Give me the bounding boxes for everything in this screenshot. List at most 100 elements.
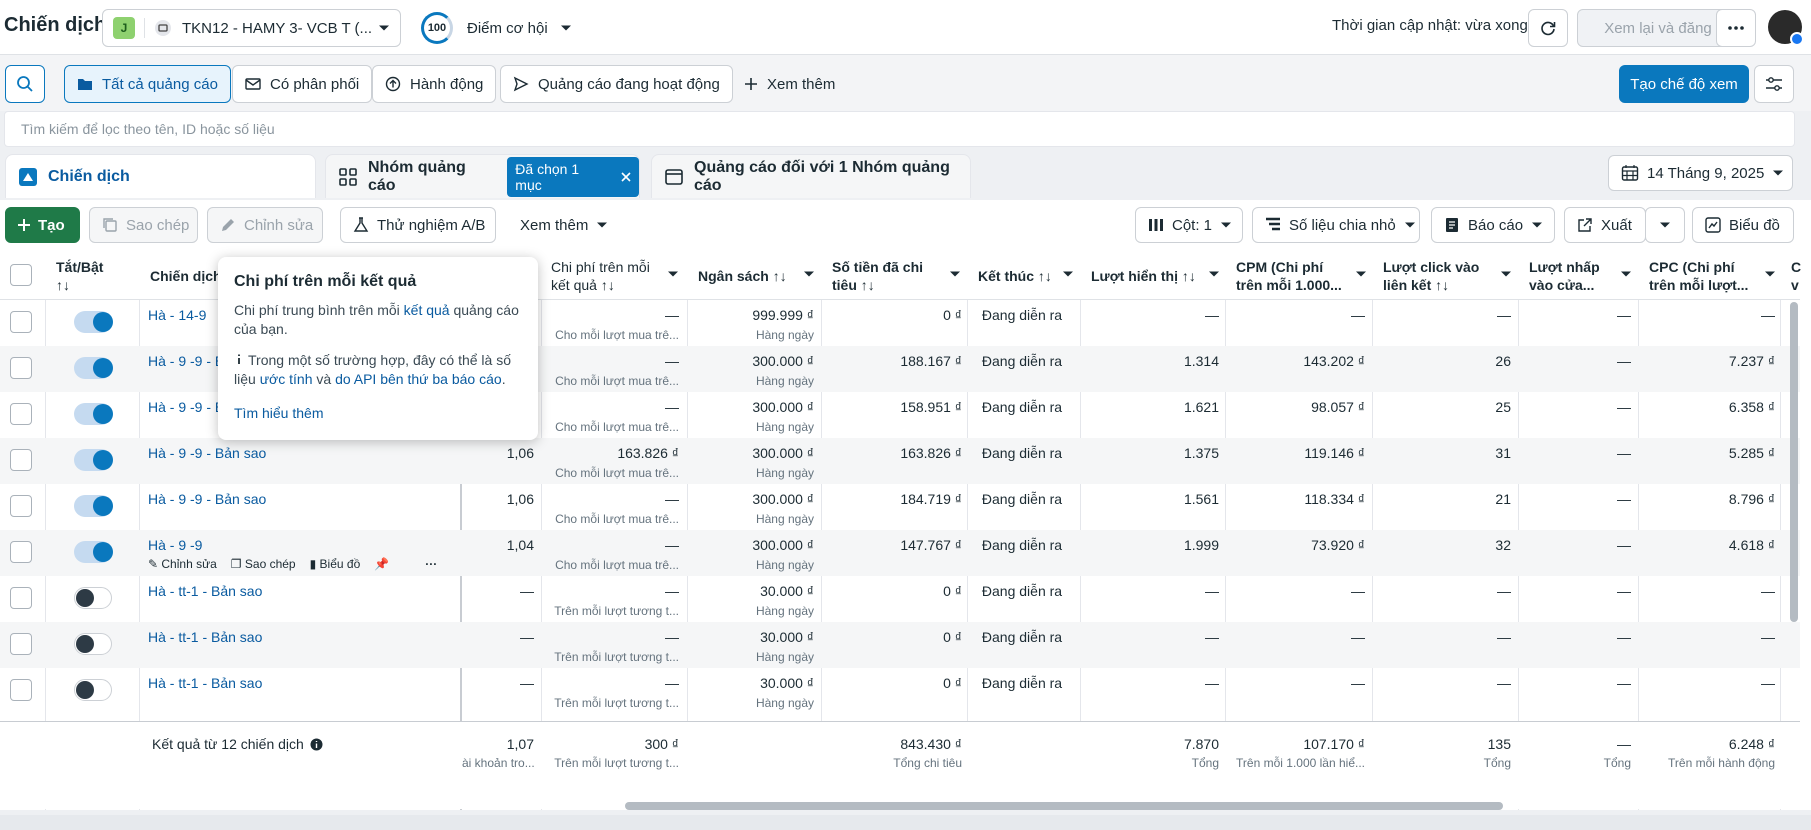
header-cpm[interactable]: CPM (Chi phí trên mỗi 1.000... (1228, 258, 1342, 294)
search-input[interactable]: Tìm kiếm để lọc theo tên, ID hoặc số liệ… (4, 111, 1795, 147)
column-menu-icon[interactable] (1355, 268, 1367, 280)
selected-chip[interactable]: Đã chọn 1 mục (507, 156, 639, 197)
row-toggle[interactable] (74, 403, 113, 425)
export-dropdown[interactable] (1645, 207, 1685, 243)
row-toggle[interactable] (74, 357, 113, 379)
row-duplicate-action[interactable]: ❐ Sao chép (231, 557, 296, 571)
pin-icon[interactable]: 📌 (374, 557, 389, 571)
header-cost-per-result[interactable]: Chi phí trên mỗi kết quả ↑↓ (543, 258, 650, 294)
header-truncated[interactable]: Cv (1783, 258, 1801, 294)
row-toggle[interactable] (74, 311, 113, 333)
header-name[interactable]: Chiến dịch (142, 267, 222, 285)
export-button[interactable]: Xuất (1564, 207, 1646, 243)
row-checkbox[interactable] (10, 403, 32, 425)
charts-button-label: Biểu đồ (1729, 216, 1780, 234)
column-menu-icon[interactable] (949, 268, 961, 280)
horizontal-scrollbar[interactable] (625, 802, 1503, 810)
campaign-name-link[interactable]: Hà - tt-1 - Bản sao (148, 675, 262, 691)
row-toggle[interactable] (74, 541, 113, 563)
search-button[interactable] (5, 65, 45, 103)
row-toggle[interactable] (74, 587, 112, 609)
row-toggle[interactable] (74, 449, 113, 471)
filter-active-ads[interactable]: Quảng cáo đang hoạt động (500, 65, 733, 103)
row-toggle[interactable] (74, 679, 112, 701)
tab-adsets[interactable]: Nhóm quảng cáo Đã chọn 1 mục (325, 154, 640, 198)
column-menu-icon[interactable] (1620, 268, 1632, 280)
column-menu-icon[interactable] (1062, 268, 1074, 280)
info-icon[interactable] (310, 738, 323, 751)
campaign-name-link[interactable]: Hà - 9 -9 (148, 537, 202, 553)
more-icon[interactable]: ··· (425, 557, 437, 571)
reports-button[interactable]: Báo cáo (1431, 207, 1555, 243)
tab-campaigns[interactable]: Chiến dịch (5, 154, 316, 198)
header-budget[interactable]: Ngân sách ↑↓ (690, 267, 787, 285)
account-selector[interactable]: J TKN12 - HAMY 3- VCB T (... (102, 9, 401, 47)
row-checkbox[interactable] (10, 357, 32, 379)
header-store-visits[interactable]: Lượt nhấp vào cửa... (1521, 258, 1600, 294)
tooltip-api-link[interactable]: do API bên thứ ba báo cáo (335, 371, 502, 387)
campaign-name-link[interactable]: Hà - 9 -9 - Bản sao (148, 491, 266, 507)
column-menu-icon[interactable] (803, 268, 815, 280)
row-chart-action[interactable]: ▮ Biểu đồ (310, 557, 361, 571)
table-row[interactable]: Hà - tt-1 - Bản sao — — 30.000 ₫ 0 ₫ — — — — — Trê… (0, 622, 1800, 668)
row-checkbox[interactable] (10, 633, 32, 655)
row-checkbox[interactable] (10, 495, 32, 517)
campaign-name-link[interactable]: Hà - 9 -9 - Bản sao (148, 445, 266, 461)
table-row[interactable]: Hà - 9 -9 - Bản sao 1,06 163.826 ₫ 300.000 … (0, 438, 1800, 484)
column-menu-icon[interactable] (1208, 268, 1220, 280)
refresh-button[interactable] (1528, 9, 1568, 47)
duplicate-button[interactable]: Sao chép (89, 207, 198, 243)
avatar[interactable] (1768, 10, 1804, 46)
table-row[interactable]: Hà - 9 -9 - Bản sao 1,06 — 300.000 ₫ 184.719… (0, 484, 1800, 530)
opportunity-score[interactable]: 100 Điểm cơ hội (421, 9, 572, 47)
tooltip-result-link[interactable]: kết quả (404, 302, 450, 318)
row-checkbox[interactable] (10, 679, 32, 701)
view-settings-button[interactable] (1754, 65, 1794, 103)
tooltip-estimate-link[interactable]: ước tính (260, 371, 313, 387)
charts-button[interactable]: Biểu đồ (1692, 207, 1794, 243)
create-button[interactable]: Tạo (5, 207, 80, 243)
more-options-button[interactable] (1716, 9, 1756, 47)
header-link-clicks[interactable]: Lượt click vào liên kết ↑↓ (1375, 258, 1479, 294)
column-menu-icon[interactable] (1500, 268, 1512, 280)
filter-see-more[interactable]: Xem thêm (732, 65, 847, 103)
row-checkbox[interactable] (10, 587, 32, 609)
row-checkbox[interactable] (10, 311, 32, 333)
header-end[interactable]: Kết thúc ↑↓ (970, 267, 1052, 285)
header-cpc[interactable]: CPC (Chi phí trên mỗi lượt... (1641, 258, 1748, 294)
filter-actions[interactable]: Hành động (372, 65, 497, 103)
columns-button[interactable]: Cột: 1 (1135, 207, 1243, 243)
table-row[interactable]: Hà - 9 -9 1,04 — 300.000 ₫ 147.767 ₫ 1.999 73.… (0, 530, 1800, 576)
filter-all-ads[interactable]: Tất cả quảng cáo (64, 65, 231, 103)
row-toggle[interactable] (74, 633, 112, 655)
breakdown-button[interactable]: Số liệu chia nhỏ (1252, 207, 1420, 243)
date-range-picker[interactable]: 14 Tháng 9, 2025 (1608, 155, 1793, 191)
filter-delivery[interactable]: Có phân phối (232, 65, 373, 103)
tooltip-learn-more-link[interactable]: Tìm hiểu thêm (234, 405, 323, 421)
vertical-scrollbar[interactable] (1790, 302, 1798, 622)
campaign-name-link[interactable]: Hà - tt-1 - Bản sao (148, 629, 262, 645)
header-toggle[interactable]: Tắt/Bật ↑↓ (48, 258, 103, 294)
table-row[interactable]: Hà - tt-1 - Bản sao — — 30.000 ₫ 0 ₫ — — — — — Trê… (0, 576, 1800, 622)
table-row[interactable]: Hà - tt-1 - Bản sao — — 30.000 ₫ 0 ₫ — — — — — Trê… (0, 668, 1800, 714)
edit-button[interactable]: Chỉnh sửa (207, 207, 323, 243)
column-menu-icon[interactable] (1764, 268, 1776, 280)
campaign-name-link[interactable]: Hà - 14-9 (148, 307, 206, 323)
close-icon[interactable] (621, 171, 631, 182)
tab-ads[interactable]: Quảng cáo đối với 1 Nhóm quảng cáo (651, 154, 971, 198)
review-publish-button[interactable]: Xem lại và đăng (1577, 9, 1739, 47)
header-amount-spent[interactable]: Số tiền đã chi tiêu ↑↓ (824, 258, 923, 294)
row-checkbox[interactable] (10, 449, 32, 471)
row-toggle[interactable] (74, 495, 113, 517)
select-all-checkbox[interactable] (10, 264, 32, 286)
column-menu-icon[interactable] (667, 268, 679, 280)
ab-test-button[interactable]: Thử nghiệm A/B (340, 207, 496, 243)
row-checkbox[interactable] (10, 541, 32, 563)
header-impressions[interactable]: Lượt hiển thị ↑↓ (1083, 267, 1196, 285)
campaign-name-link[interactable]: Hà - tt-1 - Bản sao (148, 583, 262, 599)
campaign-name-link[interactable]: Hà - 9 -9 - B (148, 399, 224, 415)
create-view-button[interactable]: Tạo chế độ xem (1619, 65, 1749, 103)
row-edit-action[interactable]: ✎ Chỉnh sửa (148, 557, 217, 571)
actions-see-more[interactable]: Xem thêm (508, 207, 620, 243)
campaign-name-link[interactable]: Hà - 9 -9 - B (148, 353, 224, 369)
